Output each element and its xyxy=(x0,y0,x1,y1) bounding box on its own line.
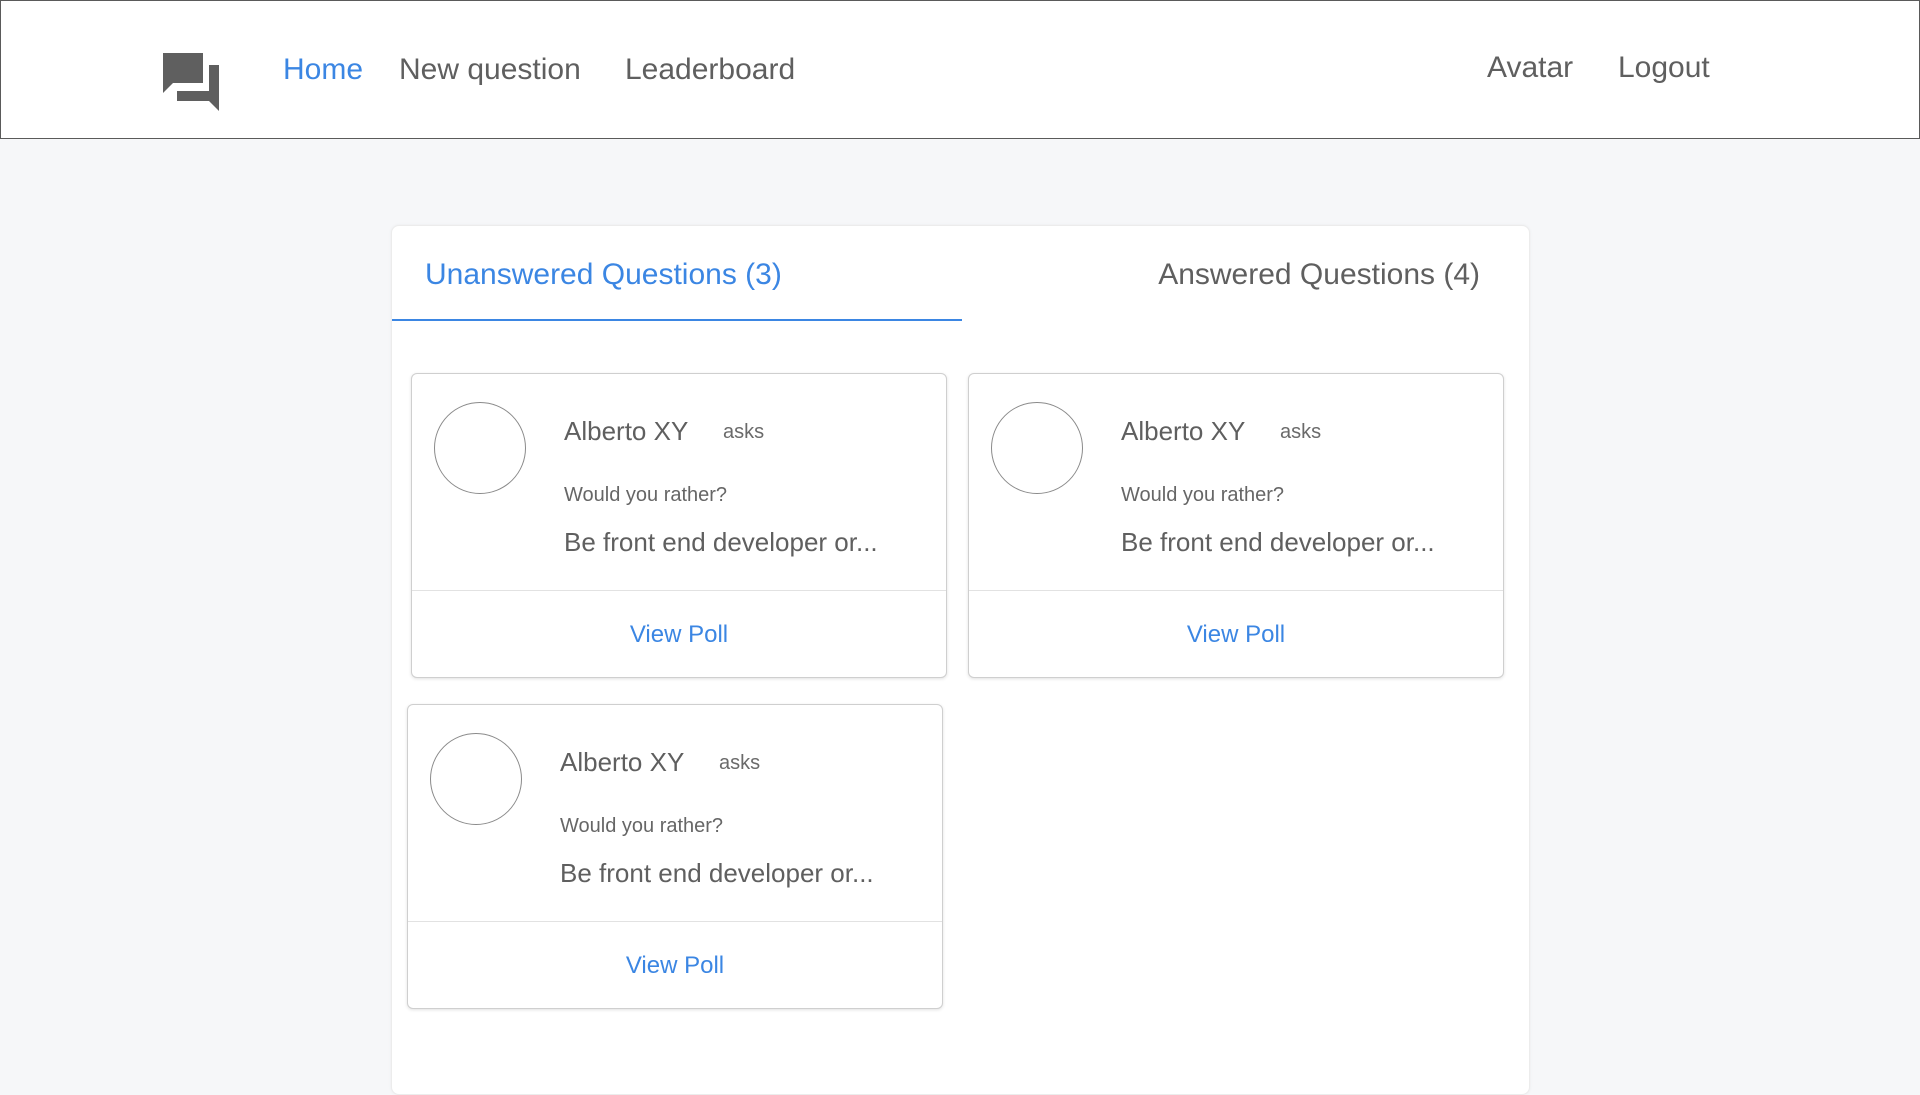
nav-leaderboard-link[interactable]: Leaderboard xyxy=(625,53,795,87)
view-poll-button[interactable]: View Poll xyxy=(969,591,1503,678)
nav-logout-link[interactable]: Logout xyxy=(1618,51,1710,85)
question-card: Alberto XY asks Would you rather? Be fro… xyxy=(411,373,947,678)
question-preview: Be front end developer or... xyxy=(560,858,874,888)
view-poll-button[interactable]: View Poll xyxy=(412,591,946,678)
question-preview: Be front end developer or... xyxy=(1121,527,1435,557)
nav-home-link[interactable]: Home xyxy=(283,53,363,87)
avatar xyxy=(430,733,522,825)
asks-label: asks xyxy=(719,752,761,774)
question-author: Alberto XY xyxy=(564,416,689,446)
nav-avatar-link[interactable]: Avatar xyxy=(1487,51,1573,85)
asks-label: asks xyxy=(1280,421,1322,443)
question-prompt: Would you rather? xyxy=(564,484,728,506)
question-preview: Be front end developer or... xyxy=(564,527,878,557)
view-poll-button[interactable]: View Poll xyxy=(408,922,942,1009)
tab-unanswered-questions[interactable]: Unanswered Questions (3) xyxy=(425,258,782,292)
question-card: Alberto XY asks Would you rather? Be fro… xyxy=(968,373,1504,678)
question-answer-icon[interactable] xyxy=(161,51,221,111)
asks-label: asks xyxy=(723,421,765,443)
nav-new-question-link[interactable]: New question xyxy=(399,53,581,87)
question-author: Alberto XY xyxy=(1121,416,1246,446)
tab-answered-questions[interactable]: Answered Questions (4) xyxy=(1158,258,1480,292)
question-card: Alberto XY asks Would you rather? Be fro… xyxy=(407,704,943,1009)
top-navbar: Home New question Leaderboard Avatar Log… xyxy=(0,0,1920,139)
question-prompt: Would you rather? xyxy=(560,815,724,837)
avatar xyxy=(434,402,526,494)
avatar xyxy=(991,402,1083,494)
question-prompt: Would you rather? xyxy=(1121,484,1285,506)
question-author: Alberto XY xyxy=(560,747,685,777)
active-tab-indicator xyxy=(392,319,962,321)
